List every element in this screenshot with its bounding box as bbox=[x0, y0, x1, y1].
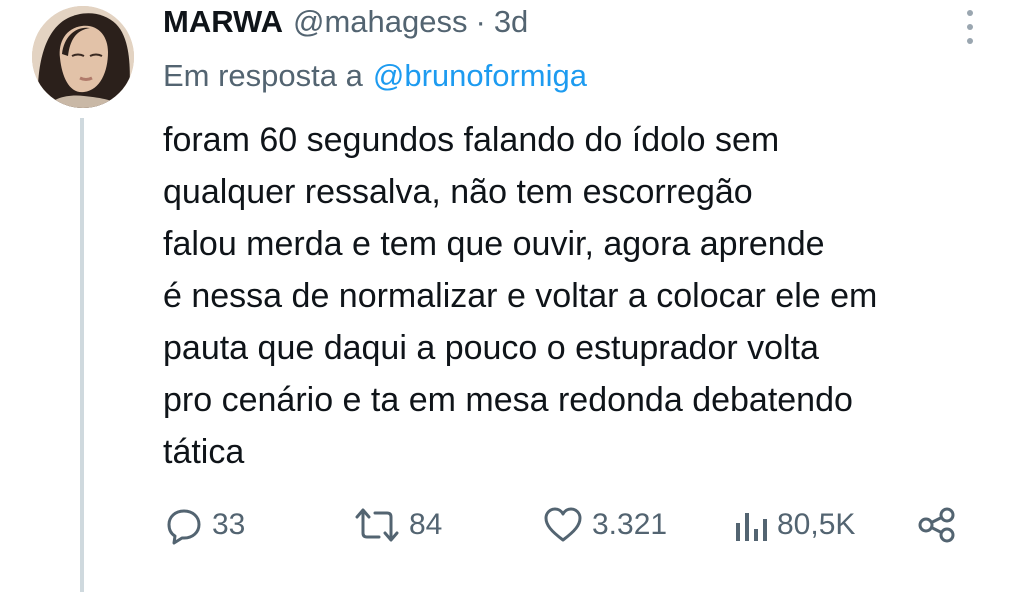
reply-prefix: Em resposta a bbox=[163, 58, 363, 93]
avatar[interactable] bbox=[32, 6, 134, 108]
more-vertical-icon[interactable] bbox=[958, 10, 982, 44]
tweet-time[interactable]: 3d bbox=[494, 2, 528, 42]
tweet-text: foram 60 segundos falando do ídolo sem q… bbox=[163, 114, 1013, 478]
reply-count: 33 bbox=[212, 508, 246, 541]
tweet-text-line: tática bbox=[163, 433, 245, 471]
reply-button[interactable]: 33 bbox=[164, 498, 245, 552]
views-button[interactable]: 80,5K bbox=[733, 498, 855, 552]
tweet-text-line: qualquer ressalva, não tem escorregão bbox=[163, 173, 753, 211]
retweet-count: 84 bbox=[409, 508, 443, 541]
action-bar: 33 84 3.321 80,5K bbox=[0, 498, 1024, 552]
tweet-text-line: falou merda e tem que ouvir, agora apren… bbox=[163, 225, 825, 263]
reply-context: Em resposta a @brunoformiga bbox=[163, 56, 587, 96]
tweet-text-line: foram 60 segundos falando do ídolo sem bbox=[163, 121, 780, 159]
views-count: 80,5K bbox=[777, 508, 856, 541]
views-icon bbox=[733, 505, 769, 545]
like-count: 3.321 bbox=[592, 508, 668, 541]
share-button[interactable] bbox=[916, 498, 958, 552]
tweet-header: MARWA @mahagess · 3d bbox=[163, 2, 528, 42]
author-name[interactable]: MARWA bbox=[163, 2, 283, 42]
heart-icon bbox=[542, 505, 584, 545]
reply-mention-link[interactable]: @brunoformiga bbox=[373, 58, 587, 93]
author-handle[interactable]: @mahagess bbox=[293, 2, 468, 42]
header-separator: · bbox=[475, 4, 486, 39]
reply-icon bbox=[164, 505, 204, 545]
tweet-text-line: é nessa de normalizar e voltar a colocar… bbox=[163, 277, 878, 315]
retweet-button[interactable]: 84 bbox=[353, 498, 442, 552]
share-icon bbox=[916, 505, 958, 545]
like-button[interactable]: 3.321 bbox=[542, 498, 667, 552]
tweet-text-line: pauta que daqui a pouco o estuprador vol… bbox=[163, 329, 819, 367]
retweet-icon bbox=[353, 505, 401, 545]
tweet-text-line: pro cenário e ta em mesa redonda debaten… bbox=[163, 381, 853, 419]
tweet: MARWA @mahagess · 3d Em resposta a @bruno… bbox=[0, 0, 1024, 592]
